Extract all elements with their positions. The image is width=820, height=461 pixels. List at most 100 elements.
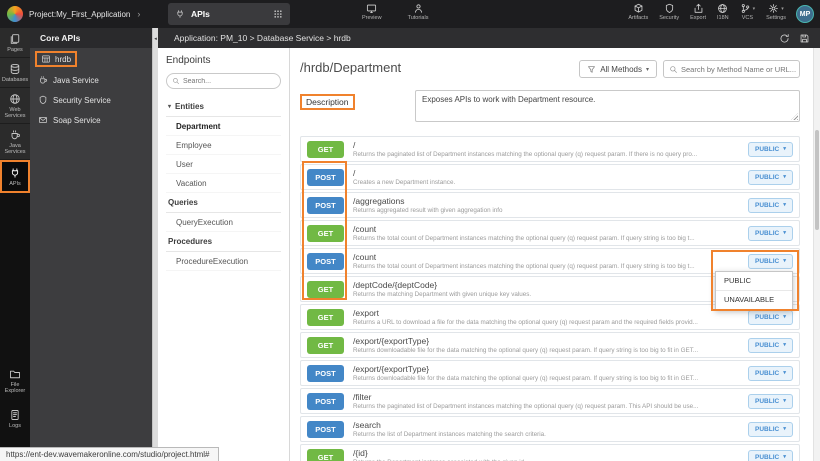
endpoint-row: POST/countReturns the total count of Dep… [300,248,800,274]
search-icon [172,77,180,85]
section-header-queries[interactable]: Queries [166,193,281,213]
endpoint-path[interactable]: /search [353,421,740,430]
rail-bottom-group: File Explorer Logs [0,363,30,433]
endpoints-sections: ▾EntitiesDepartmentEmployeeUserVacationQ… [166,97,281,271]
endpoint-path[interactable]: /deptCode/{deptCode} [353,281,740,290]
endpoint-path[interactable]: /export/{exportType} [353,365,740,374]
coffee-icon [38,75,48,85]
method-filter-dropdown[interactable]: All Methods ▾ [579,60,657,78]
method-search-input[interactable] [664,65,799,74]
api-designer: /hrdb/Department All Methods ▾ Descripti… [290,48,820,461]
topbar-action-preview[interactable]: Preview [362,3,382,21]
method-filter-label: All Methods [600,65,642,74]
access-button[interactable]: PUBLIC▾ [748,338,793,353]
avatar[interactable]: MP [796,5,814,23]
save-icon[interactable] [799,33,810,44]
entity-item-vacation[interactable]: Vacation [166,174,281,193]
refresh-icon[interactable] [779,33,790,44]
topbar-action-artifacts[interactable]: Artifacts [628,3,648,21]
endpoint-row: POST/Creates a new Department instance.P… [300,164,800,190]
access-button[interactable]: PUBLIC▾ [748,366,793,381]
rail-item-pages[interactable]: Pages [0,28,30,58]
access-label: PUBLIC [755,454,779,461]
rail-item-label: APIs [1,181,29,187]
access-button[interactable]: PUBLIC▾ [748,142,793,157]
entity-item-employee[interactable]: Employee [166,136,281,155]
grid-icon[interactable] [273,9,283,19]
project-name[interactable]: Project:My_First_Application [29,10,130,19]
topbar-action-export[interactable]: Export [690,3,706,21]
panel-collapse-handle[interactable]: ◂ [152,28,158,461]
access-button[interactable]: PUBLIC▾ [748,310,793,325]
shield-icon [38,95,48,105]
rail-item-apis[interactable]: APIs [0,160,30,193]
rail-item-file-explorer[interactable]: File Explorer [0,363,30,398]
rail-item-web-services[interactable]: Web Services [0,88,30,124]
endpoint-path[interactable]: /{id} [353,449,740,458]
search-icon [669,65,678,74]
apis-icon [9,167,21,179]
topbar-right-actions: Artifacts Security Export I18N ▾VCS ▾Settings [628,3,786,21]
access-button[interactable]: PUBLIC▾ [748,226,793,241]
endpoint-path[interactable]: /count [353,253,740,262]
topbar-action-settings[interactable]: ▾Settings [766,3,786,21]
resize-handle-icon[interactable] [791,113,798,120]
topbar-action-label: Tutorials [408,15,429,21]
core-api-item-hrdb[interactable]: hrdb [30,48,152,70]
endpoint-path[interactable]: / [353,169,740,178]
section-header-procedures[interactable]: Procedures [166,232,281,252]
soap-icon [38,115,48,125]
rail-item-java-services[interactable]: Java Services [0,124,30,160]
endpoints-search[interactable] [166,73,281,89]
access-button[interactable]: PUBLIC▾ [748,394,793,409]
apis-tab[interactable]: APIs [168,3,290,25]
access-button[interactable]: PUBLIC▾ [748,450,793,461]
access-button[interactable]: PUBLIC▾ [748,198,793,213]
security-icon [664,3,675,14]
access-button[interactable]: PUBLIC▾ [748,422,793,437]
core-api-item-soap-service[interactable]: Soap Service [30,110,152,130]
method-search[interactable] [663,60,800,78]
topbar-action-tutorials[interactable]: Tutorials [408,3,429,21]
entity-item-procedureexecution[interactable]: ProcedureExecution [166,252,281,271]
core-api-item-security-service[interactable]: Security Service [30,90,152,110]
rail-item-logs[interactable]: Logs [0,404,30,433]
entity-item-department[interactable]: Department [166,117,281,136]
method-badge: GET [307,281,344,298]
wavemaker-logo-icon[interactable] [7,6,23,22]
section-header-entities[interactable]: ▾Entities [166,97,281,117]
method-badge: POST [307,169,344,186]
endpoint-path[interactable]: / [353,141,740,150]
topbar: Project:My_First_Application › APIs Prev… [0,0,820,28]
scrollbar[interactable] [813,48,820,461]
topbar-action-label: Artifacts [628,15,648,21]
entity-item-user[interactable]: User [166,155,281,174]
description-textarea[interactable]: Exposes APIs to work with Department res… [415,90,800,122]
scrollbar-thumb[interactable] [815,130,819,230]
topbar-action-vcs[interactable]: ▾VCS [740,3,756,21]
rail-item-label: Logs [1,423,29,429]
access-button[interactable]: PUBLIC▾ [748,170,793,185]
endpoints-search-input[interactable] [167,78,280,85]
access-option-unavailable[interactable]: UNAVAILABLE [716,290,792,309]
endpoint-path[interactable]: /export [353,309,740,318]
topbar-action-security[interactable]: Security [659,3,679,21]
access-option-public[interactable]: PUBLIC [716,272,792,290]
endpoint-path[interactable]: /filter [353,393,740,402]
endpoint-path[interactable]: /aggregations [353,197,740,206]
rail-item-databases[interactable]: Databases [0,58,30,88]
core-api-item-java-service[interactable]: Java Service [30,70,152,90]
entity-item-queryexecution[interactable]: QueryExecution [166,213,281,232]
endpoint-row: POST/searchReturns the list of Departmen… [300,416,800,442]
core-api-label: hrdb [55,55,71,64]
method-badge: POST [307,393,344,410]
vcs-icon [740,3,751,14]
access-button[interactable]: PUBLIC▾ [748,254,793,269]
project-chevron-icon[interactable]: › [137,9,140,19]
endpoint-path[interactable]: /export/{exportType} [353,337,740,346]
wavemaker-studio: Project:My_First_Application › APIs Prev… [0,0,820,461]
resource-title: /hrdb/Department [300,60,401,75]
breadcrumb-bar: Application: PM_10 > Database Service > … [158,28,820,48]
endpoint-path[interactable]: /count [353,225,740,234]
topbar-action-i18n[interactable]: I18N [717,3,729,21]
